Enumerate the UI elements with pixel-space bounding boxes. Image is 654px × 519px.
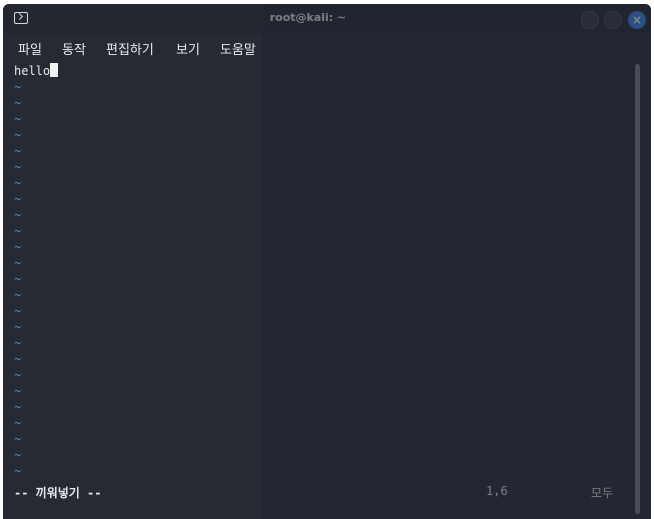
empty-line-marker: ~ xyxy=(14,160,22,174)
empty-line-marker: ~ xyxy=(14,336,22,350)
empty-line-marker: ~ xyxy=(14,144,22,158)
empty-line-marker: ~ xyxy=(14,384,22,398)
empty-line-marker: ~ xyxy=(14,80,22,94)
close-button[interactable]: × xyxy=(628,11,646,29)
menu-view[interactable]: 보기 xyxy=(176,39,200,58)
scroll-scope: 모두 xyxy=(591,486,614,500)
empty-line-marker: ~ xyxy=(14,352,22,366)
menu-file[interactable]: 파일 xyxy=(18,39,42,58)
cursor-position: 1,6 xyxy=(486,484,508,498)
close-icon: × xyxy=(631,13,643,27)
empty-line-marker: ~ xyxy=(14,240,22,254)
empty-line-marker: ~ xyxy=(14,288,22,302)
terminal-window: root@kali: ~ × 파일 동작 편집하기 보기 도움말 hello ~… xyxy=(3,4,651,519)
empty-line-marker: ~ xyxy=(14,256,22,270)
title-bar[interactable]: root@kali: ~ × xyxy=(3,4,651,34)
empty-line-marker: ~ xyxy=(14,400,22,414)
empty-line-marker: ~ xyxy=(14,304,22,318)
empty-line-marker: ~ xyxy=(14,464,22,478)
menu-help[interactable]: 도움말 xyxy=(220,39,256,58)
empty-line-marker: ~ xyxy=(14,208,22,222)
empty-line-marker: ~ xyxy=(14,128,22,142)
menu-bar: 파일 동작 편집하기 보기 도움말 xyxy=(3,34,651,60)
empty-line-marker: ~ xyxy=(14,176,22,190)
scrollbar[interactable] xyxy=(635,64,640,514)
empty-line-marker: ~ xyxy=(14,320,22,334)
menu-edit[interactable]: 편집하기 xyxy=(106,39,154,58)
text-line: hello xyxy=(14,63,59,79)
maximize-button[interactable] xyxy=(604,11,622,29)
terminal-area[interactable]: hello ~ ~ ~ ~ ~ ~ ~ ~ ~ ~ ~ ~ ~ ~ ~ ~ ~ ~ ~ ~ ~ ~ ~ ~ ~ -- 끼워넣기 … xyxy=(3,60,651,519)
empty-line-marker: ~ xyxy=(14,96,22,110)
empty-line-marker: ~ xyxy=(14,368,22,382)
empty-line-marker: ~ xyxy=(14,272,22,286)
empty-line-marker: ~ xyxy=(14,192,22,206)
text-cursor xyxy=(50,63,59,77)
vim-mode-indicator: -- 끼워넣기 -- xyxy=(14,486,102,500)
menu-action[interactable]: 동작 xyxy=(62,39,86,58)
minimize-button[interactable] xyxy=(581,11,599,29)
empty-line-marker: ~ xyxy=(14,112,22,126)
empty-line-marker: ~ xyxy=(14,416,22,430)
first-line-text: hello xyxy=(14,64,51,78)
empty-line-marker: ~ xyxy=(14,432,22,446)
empty-line-marker: ~ xyxy=(14,224,22,238)
window-title: root@kali: ~ xyxy=(269,11,347,24)
empty-line-marker: ~ xyxy=(14,448,22,462)
